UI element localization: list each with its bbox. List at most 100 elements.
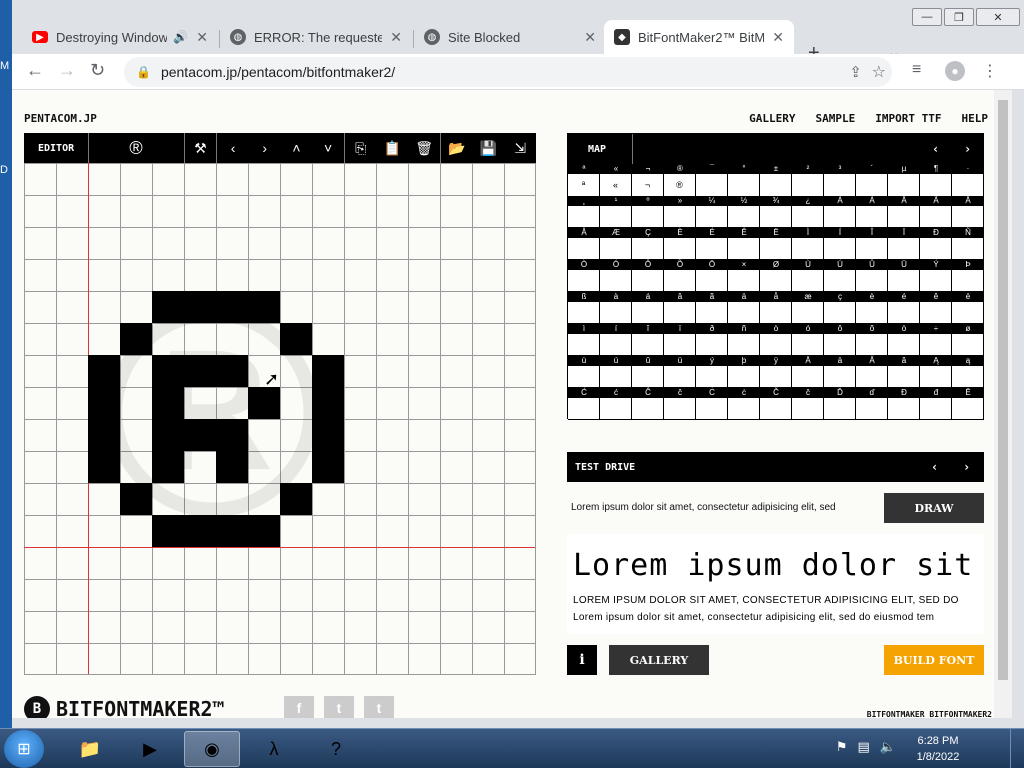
map-cell[interactable]: [888, 270, 920, 292]
map-cell[interactable]: [760, 334, 792, 356]
page-scrollbar[interactable]: [994, 90, 1012, 718]
map-cell[interactable]: [824, 334, 856, 356]
map-cell[interactable]: [920, 174, 952, 197]
map-cell[interactable]: [792, 238, 824, 260]
nav-gallery[interactable]: GALLERY: [749, 112, 795, 125]
filled-pixel[interactable]: [152, 419, 184, 451]
facebook-icon[interactable]: f: [284, 696, 314, 718]
map-cell[interactable]: [664, 270, 696, 292]
filled-pixel[interactable]: [152, 387, 184, 419]
map-cell[interactable]: [632, 238, 664, 260]
show-desktop-button[interactable]: [1010, 729, 1024, 768]
filled-pixel[interactable]: [248, 387, 280, 419]
filled-pixel[interactable]: [88, 419, 120, 451]
map-cell[interactable]: [920, 366, 952, 388]
help-taskbar-icon[interactable]: ?: [308, 731, 364, 767]
info-button[interactable]: i: [567, 645, 597, 675]
map-cell[interactable]: [792, 398, 824, 420]
footer-links[interactable]: BITFONTMAKER BITFONTMAKER2: [867, 710, 992, 718]
map-cell[interactable]: [952, 366, 984, 388]
map-cell[interactable]: [952, 206, 984, 228]
map-cell[interactable]: [664, 238, 696, 260]
map-cell[interactable]: [888, 302, 920, 324]
map-cell[interactable]: [664, 206, 696, 228]
filled-pixel[interactable]: [216, 515, 248, 547]
maximize-button[interactable]: ❐: [944, 8, 974, 26]
map-cell[interactable]: [952, 398, 984, 420]
filled-pixel[interactable]: [280, 483, 312, 515]
filled-pixel[interactable]: [248, 291, 280, 323]
filled-pixel[interactable]: [120, 483, 152, 515]
copy-icon[interactable]: ⎘: [345, 140, 377, 157]
map-cell[interactable]: [632, 206, 664, 228]
map-cell[interactable]: [952, 270, 984, 292]
map-cell[interactable]: [632, 366, 664, 388]
filled-pixel[interactable]: [120, 323, 152, 355]
filled-pixel[interactable]: [152, 355, 184, 387]
filled-pixel[interactable]: [280, 323, 312, 355]
map-cell[interactable]: [568, 302, 600, 324]
map-cell[interactable]: [728, 270, 760, 292]
map-cell[interactable]: [664, 398, 696, 420]
map-cell[interactable]: [952, 238, 984, 260]
map-cell[interactable]: [632, 334, 664, 356]
map-cell[interactable]: [920, 206, 952, 228]
map-cell[interactable]: [856, 174, 888, 197]
map-cell[interactable]: [728, 334, 760, 356]
map-cell[interactable]: ¬: [632, 174, 664, 197]
tab-bitfontmaker[interactable]: ◆ BitFontMaker2™ BitMap ✕: [604, 20, 794, 54]
map-cell[interactable]: «: [600, 174, 632, 197]
map-cell[interactable]: [728, 366, 760, 388]
map-cell[interactable]: [696, 302, 728, 324]
map-cell[interactable]: [568, 334, 600, 356]
filled-pixel[interactable]: [312, 387, 344, 419]
map-cell[interactable]: [600, 302, 632, 324]
close-tab-icon[interactable]: ✕: [196, 29, 208, 46]
menu-kebab-icon[interactable]: ⋮: [982, 61, 998, 81]
volume-icon[interactable]: 🔈: [880, 739, 896, 755]
map-cell[interactable]: [728, 302, 760, 324]
trash-icon[interactable]: 🗑: [408, 140, 440, 157]
reading-list-icon[interactable]: ≡: [912, 61, 921, 79]
open-folder-icon[interactable]: 📂: [441, 140, 473, 157]
test-drive-prev-icon[interactable]: ‹: [931, 460, 938, 474]
map-cell[interactable]: ª: [568, 174, 600, 197]
paste-icon[interactable]: 📋: [377, 140, 409, 157]
map-cell[interactable]: [728, 238, 760, 260]
reload-icon[interactable]: ↻: [90, 60, 105, 81]
filled-pixel[interactable]: [152, 291, 184, 323]
map-cell[interactable]: [888, 334, 920, 356]
taskbar-clock[interactable]: 6:28 PM 1/8/2022: [908, 733, 968, 765]
address-bar[interactable]: 🔒 pentacom.jp/pentacom/bitfontmaker2/ ⇪ …: [124, 57, 892, 87]
tab-error[interactable]: ◍ ERROR: The requested U ✕: [220, 20, 412, 54]
close-window-button[interactable]: ✕: [976, 8, 1020, 26]
bookmark-star-icon[interactable]: ☆: [872, 62, 886, 82]
map-cell[interactable]: [920, 270, 952, 292]
map-cell[interactable]: [696, 174, 728, 197]
map-cell[interactable]: [920, 334, 952, 356]
filled-pixel[interactable]: [184, 515, 216, 547]
map-cell[interactable]: [600, 334, 632, 356]
map-cell[interactable]: [632, 398, 664, 420]
map-cell[interactable]: [632, 270, 664, 292]
map-cell[interactable]: [600, 238, 632, 260]
filled-pixel[interactable]: [248, 515, 280, 547]
map-cell[interactable]: [760, 398, 792, 420]
map-cell[interactable]: [696, 270, 728, 292]
shift-left-icon[interactable]: ‹: [217, 140, 249, 156]
test-drive-input[interactable]: Lorem ipsum dolor sit amet, consectetur …: [571, 502, 836, 513]
close-tab-icon[interactable]: ✕: [390, 29, 402, 46]
map-cell[interactable]: [760, 302, 792, 324]
map-cell[interactable]: [792, 302, 824, 324]
map-cell[interactable]: [856, 366, 888, 388]
map-cell[interactable]: [728, 398, 760, 420]
filled-pixel[interactable]: [184, 355, 216, 387]
map-cell[interactable]: [952, 302, 984, 324]
map-cell[interactable]: [888, 206, 920, 228]
map-cell[interactable]: [696, 238, 728, 260]
map-cell[interactable]: [952, 174, 984, 197]
map-cell[interactable]: [920, 302, 952, 324]
shift-right-icon[interactable]: ›: [249, 140, 281, 156]
back-icon[interactable]: ←: [26, 60, 44, 81]
chrome-taskbar-icon[interactable]: ◉: [184, 731, 240, 767]
